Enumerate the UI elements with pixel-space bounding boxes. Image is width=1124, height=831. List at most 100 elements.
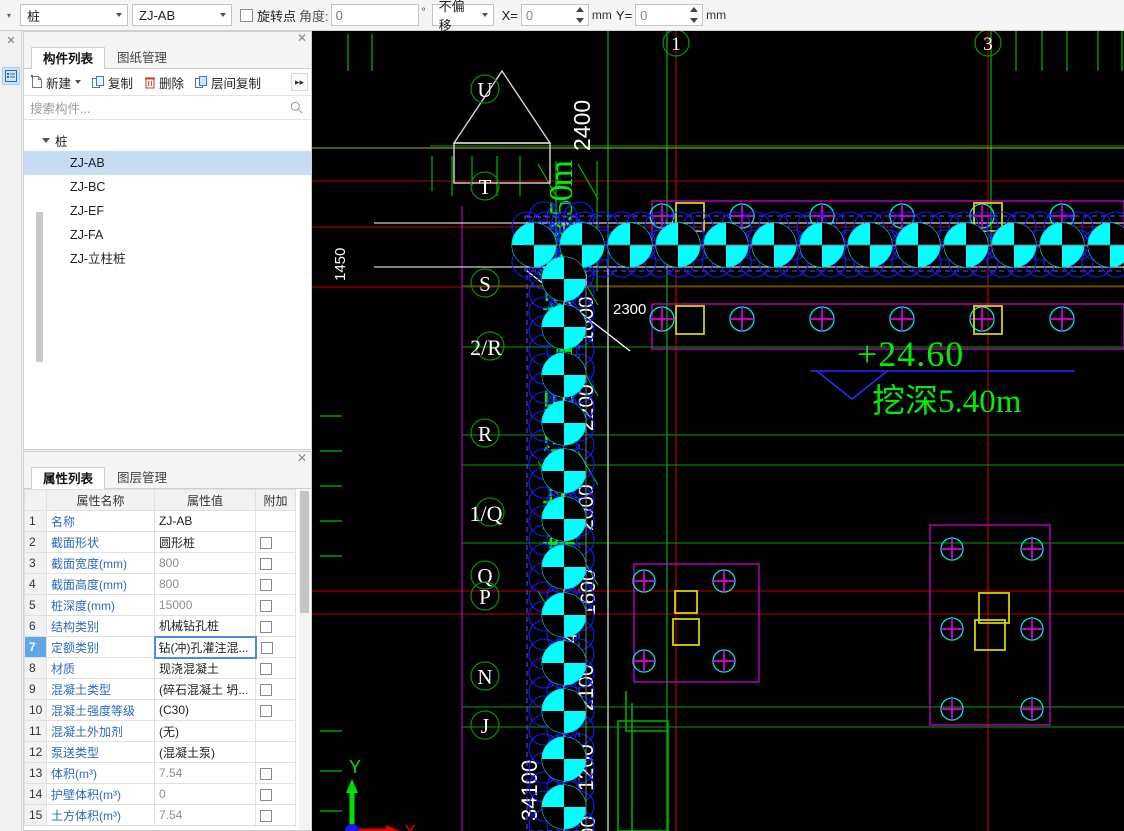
stepper-down-icon[interactable] — [575, 18, 584, 23]
chevron-down-icon[interactable] — [75, 80, 82, 84]
property-row[interactable]: 8 材质 现浇混凝土 — [24, 657, 296, 679]
property-row[interactable]: 11 混凝土外加剂 (无) — [24, 720, 296, 742]
property-row-value[interactable]: 800 — [154, 573, 256, 595]
tab-component-list[interactable]: 构件列表 — [31, 47, 106, 70]
property-row[interactable]: 3 截面宽度(mm) 800 — [24, 552, 296, 574]
property-row-attach[interactable] — [255, 762, 296, 784]
property-row-attach[interactable] — [255, 720, 296, 742]
delete-component-button[interactable]: 删除 — [144, 73, 184, 92]
property-row-attach[interactable] — [255, 531, 296, 553]
copy-component-button[interactable]: 复制 — [92, 73, 133, 92]
offset-mode-combobox[interactable]: 不偏移 — [431, 0, 494, 33]
cad-drawing-canvas[interactable]: 1 3 U T S 2/R R 1/Q Q P N J 2400 1450 22… — [312, 31, 1124, 831]
property-row[interactable]: 5 桩深度(mm) 15000 — [24, 594, 296, 616]
rotate-point-checkbox-group[interactable]: 旋转点 — [240, 6, 296, 25]
property-row-value[interactable]: (碎石混凝土 坍... — [154, 678, 256, 700]
property-row-attach[interactable] — [255, 783, 296, 805]
chevron-down-icon[interactable] — [42, 137, 50, 143]
attach-checkbox[interactable] — [260, 620, 272, 633]
pile-symbol[interactable] — [541, 256, 587, 302]
property-table-scrollbar[interactable] — [299, 489, 310, 830]
attach-checkbox[interactable] — [260, 704, 272, 717]
angle-input[interactable]: 0 — [330, 4, 419, 26]
property-row-value[interactable]: 800 — [154, 552, 256, 574]
attach-checkbox[interactable] — [260, 788, 272, 801]
toolbar-leading-caret[interactable]: ▾ — [2, 4, 16, 26]
attach-checkbox[interactable] — [260, 578, 272, 591]
stepper-up-icon[interactable] — [575, 7, 584, 12]
property-row-attach[interactable] — [255, 615, 296, 637]
property-row-value[interactable]: 现浇混凝土 — [154, 657, 256, 679]
property-row-value[interactable]: 7.54 — [154, 804, 256, 826]
attach-checkbox[interactable] — [260, 683, 272, 696]
y-offset-stepper[interactable] — [690, 7, 700, 23]
property-row-attach[interactable] — [255, 678, 296, 700]
property-row-attach[interactable] — [255, 510, 296, 532]
attach-checkbox[interactable] — [260, 557, 272, 570]
attach-checkbox[interactable] — [260, 662, 272, 675]
pile-symbol[interactable] — [541, 304, 587, 350]
pile-symbol[interactable] — [541, 592, 587, 638]
property-row-value[interactable]: (混凝土泵) — [154, 741, 256, 763]
tree-item-zj-bc[interactable]: ZJ-BC — [24, 175, 311, 199]
tab-drawing-management[interactable]: 图纸管理 — [105, 46, 179, 69]
tab-layer-management[interactable]: 图层管理 — [105, 466, 179, 489]
rotate-point-checkbox[interactable] — [240, 8, 253, 22]
property-row-value[interactable]: (无) — [154, 720, 256, 742]
property-row[interactable]: 2 截面形状 圆形桩 — [24, 531, 296, 553]
property-row[interactable]: 14 护壁体积(m³) 0 — [24, 783, 296, 805]
scrollbar-thumb[interactable] — [300, 491, 309, 613]
pile-symbol[interactable] — [541, 448, 587, 494]
pile-symbol[interactable] — [541, 640, 587, 686]
property-row[interactable]: 4 截面高度(mm) 800 — [24, 573, 296, 595]
property-row-attach[interactable] — [255, 636, 296, 658]
property-row-value[interactable]: 7.54 — [154, 762, 256, 784]
attach-checkbox[interactable] — [260, 536, 272, 549]
property-row-attach[interactable] — [255, 594, 296, 616]
more-commands-button[interactable]: ▸▸ — [291, 73, 308, 91]
y-offset-input[interactable]: 0 — [635, 4, 704, 26]
property-row-attach[interactable] — [255, 573, 296, 595]
x-offset-stepper[interactable] — [575, 7, 586, 23]
property-row[interactable]: 6 结构类别 机械钻孔桩 — [24, 615, 296, 637]
pile-symbol[interactable] — [541, 784, 587, 830]
tree-item-zj-ef[interactable]: ZJ-EF — [24, 199, 311, 223]
property-row[interactable]: 15 土方体积(m³) 7.54 — [24, 804, 296, 826]
property-row[interactable]: 12 泵送类型 (混凝土泵) — [24, 741, 296, 763]
property-row[interactable]: 9 混凝土类型 (碎石混凝土 坍... — [24, 678, 296, 700]
attach-checkbox[interactable] — [260, 767, 272, 780]
property-row-value[interactable]: 机械钻孔桩 — [154, 615, 256, 637]
property-row-value[interactable]: 0 — [154, 783, 256, 805]
stepper-up-icon[interactable] — [690, 7, 699, 12]
component-name-combobox[interactable]: ZJ-AB — [132, 4, 232, 26]
pile-symbol[interactable] — [541, 400, 587, 446]
pile-symbol[interactable] — [541, 688, 587, 734]
property-row[interactable]: 7 定额类别 钻(冲)孔灌注混... — [24, 635, 296, 659]
pile-symbol[interactable] — [541, 496, 587, 542]
property-row-attach[interactable] — [255, 552, 296, 574]
tree-item-zj-fa[interactable]: ZJ-FA — [24, 223, 311, 247]
property-row-value[interactable]: 钻(冲)孔灌注混... — [153, 635, 257, 659]
tree-item-zj-ab[interactable]: ZJ-AB — [24, 151, 311, 175]
pile-symbol[interactable] — [541, 736, 587, 782]
search-icon[interactable] — [290, 101, 303, 117]
property-row-value[interactable]: 15000 — [154, 594, 256, 616]
attach-checkbox[interactable] — [260, 641, 273, 654]
component-type-combobox[interactable]: 桩 — [20, 4, 128, 26]
component-tree-scrollbar[interactable] — [36, 212, 43, 362]
stepper-down-icon[interactable] — [690, 18, 699, 23]
property-row[interactable]: 13 体积(m³) 7.54 — [24, 762, 296, 784]
search-component-row[interactable]: 搜索构件... — [24, 96, 311, 120]
tab-property-list[interactable]: 属性列表 — [31, 467, 106, 490]
copy-between-floors-button[interactable]: 层间复制 — [195, 73, 261, 92]
close-icon[interactable]: ✕ — [297, 452, 307, 465]
attach-checkbox[interactable] — [260, 809, 272, 822]
x-offset-input[interactable]: 0 — [520, 4, 589, 26]
property-row-attach[interactable] — [255, 657, 296, 679]
close-icon[interactable]: ✕ — [297, 32, 307, 45]
property-row-attach[interactable] — [255, 699, 296, 721]
tree-group-pile[interactable]: 桩 — [24, 129, 311, 151]
property-row[interactable]: 10 混凝土强度等级 (C30) — [24, 699, 296, 721]
property-row-attach[interactable] — [255, 804, 296, 826]
property-row[interactable]: 1 名称 ZJ-AB — [24, 510, 296, 532]
